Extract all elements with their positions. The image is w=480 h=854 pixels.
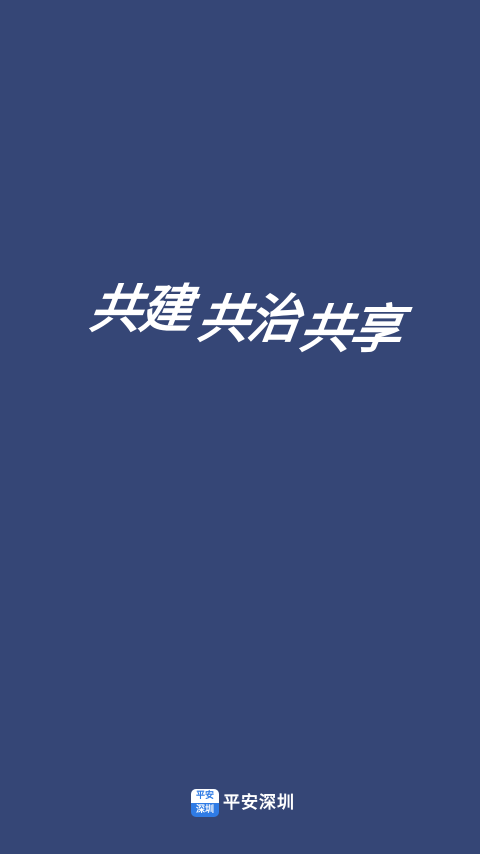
brand-lockup: 平安 深圳 平安深圳 [191,789,295,817]
slogan: 共建 共治 共享 [0,278,480,360]
slogan-part-2: 共治 [193,290,303,350]
slogan-part-1: 共建 [85,280,195,340]
logo-bottom-text: 深圳 [195,805,214,815]
brand-name: 平安深圳 [223,793,295,813]
app-logo-icon: 平安 深圳 [191,789,219,817]
splash-screen: 共建 共治 共享 平安 深圳 平安深圳 [0,0,480,854]
logo-top-text: 平安 [191,789,219,803]
brand-footer: 平安 深圳 平安深圳 [0,788,480,818]
slogan-part-3: 共享 [295,300,405,360]
